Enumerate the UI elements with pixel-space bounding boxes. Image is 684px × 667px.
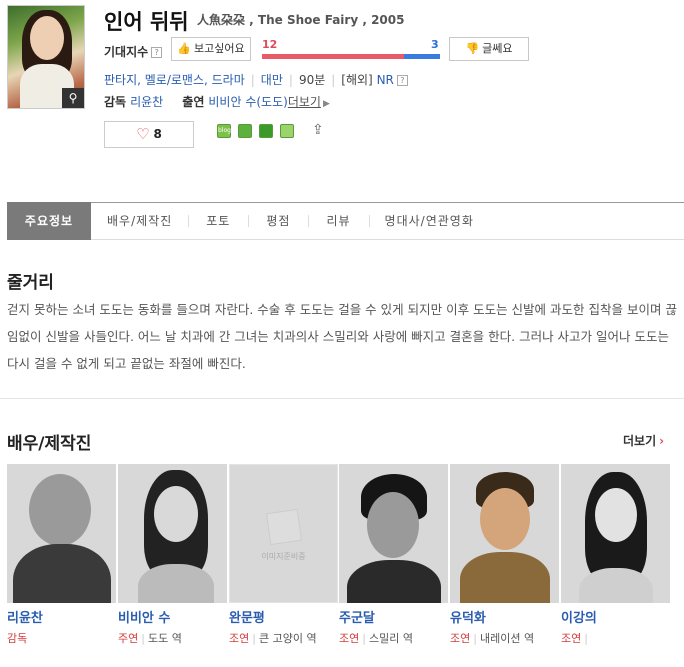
cast-label: 출연 — [182, 95, 205, 109]
person-role: 주연 | 도도 역 — [118, 632, 182, 645]
tab-quotes-related[interactable]: 명대사/연관영화 — [368, 202, 490, 240]
synopsis-heading: 줄거리 — [7, 273, 54, 293]
blog-icon[interactable]: blog — [217, 124, 231, 138]
cafe-icon[interactable] — [238, 124, 252, 138]
cast-card[interactable]: 리윤찬 감독 — [7, 464, 117, 648]
crew-line: 감독 리윤찬 출연 비비안 수(도도)더보기 ▶ — [104, 93, 330, 110]
expect-label: 기대지수? — [104, 43, 163, 60]
movie-subtitle: 人魚朶朶 , The Shoe Fairy , 2005 — [197, 13, 405, 27]
cast-card[interactable]: 이미지준비중 완문평 조연 | 큰 고양이 역 — [229, 464, 339, 648]
cast-card[interactable]: 이강의 조연 | — [561, 464, 671, 648]
country-link[interactable]: 대만 — [261, 73, 283, 87]
person-name[interactable]: 리윤찬 — [7, 607, 117, 626]
tab-cast-crew[interactable]: 배우/제작진 — [91, 202, 188, 240]
movie-title: 인어 뒤뒤 — [104, 10, 189, 34]
tab-rating[interactable]: 평점 — [248, 202, 308, 240]
rating-help-icon[interactable]: ? — [396, 75, 408, 86]
want-button[interactable]: 👍 보고싶어요 — [171, 37, 251, 61]
share-out-icon[interactable]: ⇪ — [312, 122, 324, 138]
tab-main-info[interactable]: 주요정보 — [7, 202, 91, 240]
cast-more-link[interactable]: 더보기 — [288, 95, 321, 109]
no-image-placeholder: 이미지준비중 — [229, 464, 338, 603]
thumbs-up-icon: 👍 — [177, 42, 192, 55]
cast-card[interactable]: 비비안 수 주연 | 도도 역 — [118, 464, 228, 648]
person-role: 조연 | 내레이션 역 — [450, 632, 535, 645]
person-photo[interactable] — [561, 464, 670, 603]
person-name[interactable]: 비비안 수 — [118, 607, 228, 626]
meh-count: 3 — [431, 38, 439, 51]
cast-link[interactable]: 비비안 수(도도) — [208, 95, 287, 109]
want-count: 12 — [262, 38, 278, 51]
thumbs-down-icon: 👎 — [465, 42, 480, 55]
person-role: 감독 — [7, 632, 28, 645]
chevron-right-icon: › — [659, 434, 665, 448]
zoom-icon[interactable]: ⚲ — [62, 88, 84, 108]
cast-more-button[interactable]: 더보기 › — [623, 432, 664, 449]
person-name[interactable]: 주군달 — [339, 607, 449, 626]
image-placeholder-icon — [265, 508, 303, 546]
heart-icon: ♡ — [136, 125, 150, 143]
director-label: 감독 — [104, 95, 127, 109]
person-name[interactable]: 이강의 — [561, 607, 671, 626]
person-photo[interactable] — [118, 464, 227, 603]
movie-poster[interactable]: ⚲ — [7, 5, 85, 109]
person-role: 조연 | 큰 고양이 역 — [229, 632, 317, 645]
cast-card[interactable]: 주군달 조연 | 스밀리 역 — [339, 464, 449, 648]
genre-link[interactable]: 판타지, 멜로/로맨스, 드라마 — [104, 73, 245, 87]
rating-link[interactable]: NR — [377, 73, 394, 87]
chevron-right-icon: ▶ — [322, 99, 330, 109]
person-photo[interactable] — [7, 464, 116, 603]
director-link[interactable]: 리윤찬 — [130, 95, 163, 109]
tab-photo[interactable]: 포토 — [188, 202, 248, 240]
runtime: 90분 — [298, 73, 326, 87]
expect-bar-fill — [262, 54, 405, 59]
divider — [0, 398, 684, 399]
person-photo[interactable] — [339, 464, 448, 603]
person-name[interactable]: 유덕화 — [450, 607, 560, 626]
tab-bar: 주요정보 배우/제작진 포토 평점 리뷰 명대사/연관영화 — [7, 202, 684, 240]
cast-heading: 배우/제작진 — [7, 434, 92, 454]
rating-prefix: [해외] — [341, 73, 373, 87]
bookmark-icon[interactable] — [259, 124, 273, 138]
tab-review[interactable]: 리뷰 — [308, 202, 368, 240]
like-button[interactable]: ♡ 8 — [104, 121, 194, 148]
person-role: 조연 | 스밀리 역 — [339, 632, 413, 645]
person-name[interactable]: 완문평 — [229, 607, 339, 626]
synopsis-text: 걷지 못하는 소녀 도도는 동화를 들으며 자란다. 수술 후 도도는 걸을 수… — [7, 302, 677, 371]
expect-bar — [262, 54, 440, 59]
help-icon[interactable]: ? — [151, 47, 163, 58]
person-photo[interactable] — [450, 464, 559, 603]
meh-button[interactable]: 👎 글쎄요 — [449, 37, 529, 61]
person-role: 조연 | — [561, 632, 588, 645]
memo-icon[interactable] — [280, 124, 294, 138]
cast-card[interactable]: 유덕화 조연 | 내레이션 역 — [450, 464, 560, 648]
movie-meta: 판타지, 멜로/로맨스, 드라마 | 대만 | 90분 | [해외] NR? — [104, 71, 408, 88]
